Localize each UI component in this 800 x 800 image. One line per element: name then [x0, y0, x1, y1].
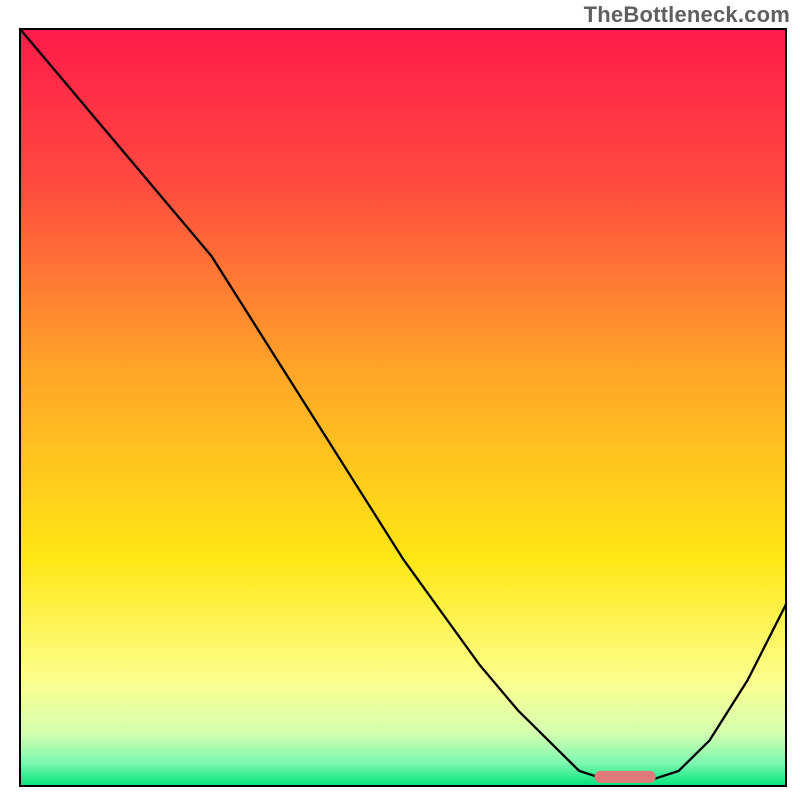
chart-canvas: TheBottleneck.com — [0, 0, 800, 800]
gradient-background — [20, 29, 786, 786]
bottleneck-chart — [0, 0, 800, 800]
optimal-range-marker — [595, 771, 656, 783]
